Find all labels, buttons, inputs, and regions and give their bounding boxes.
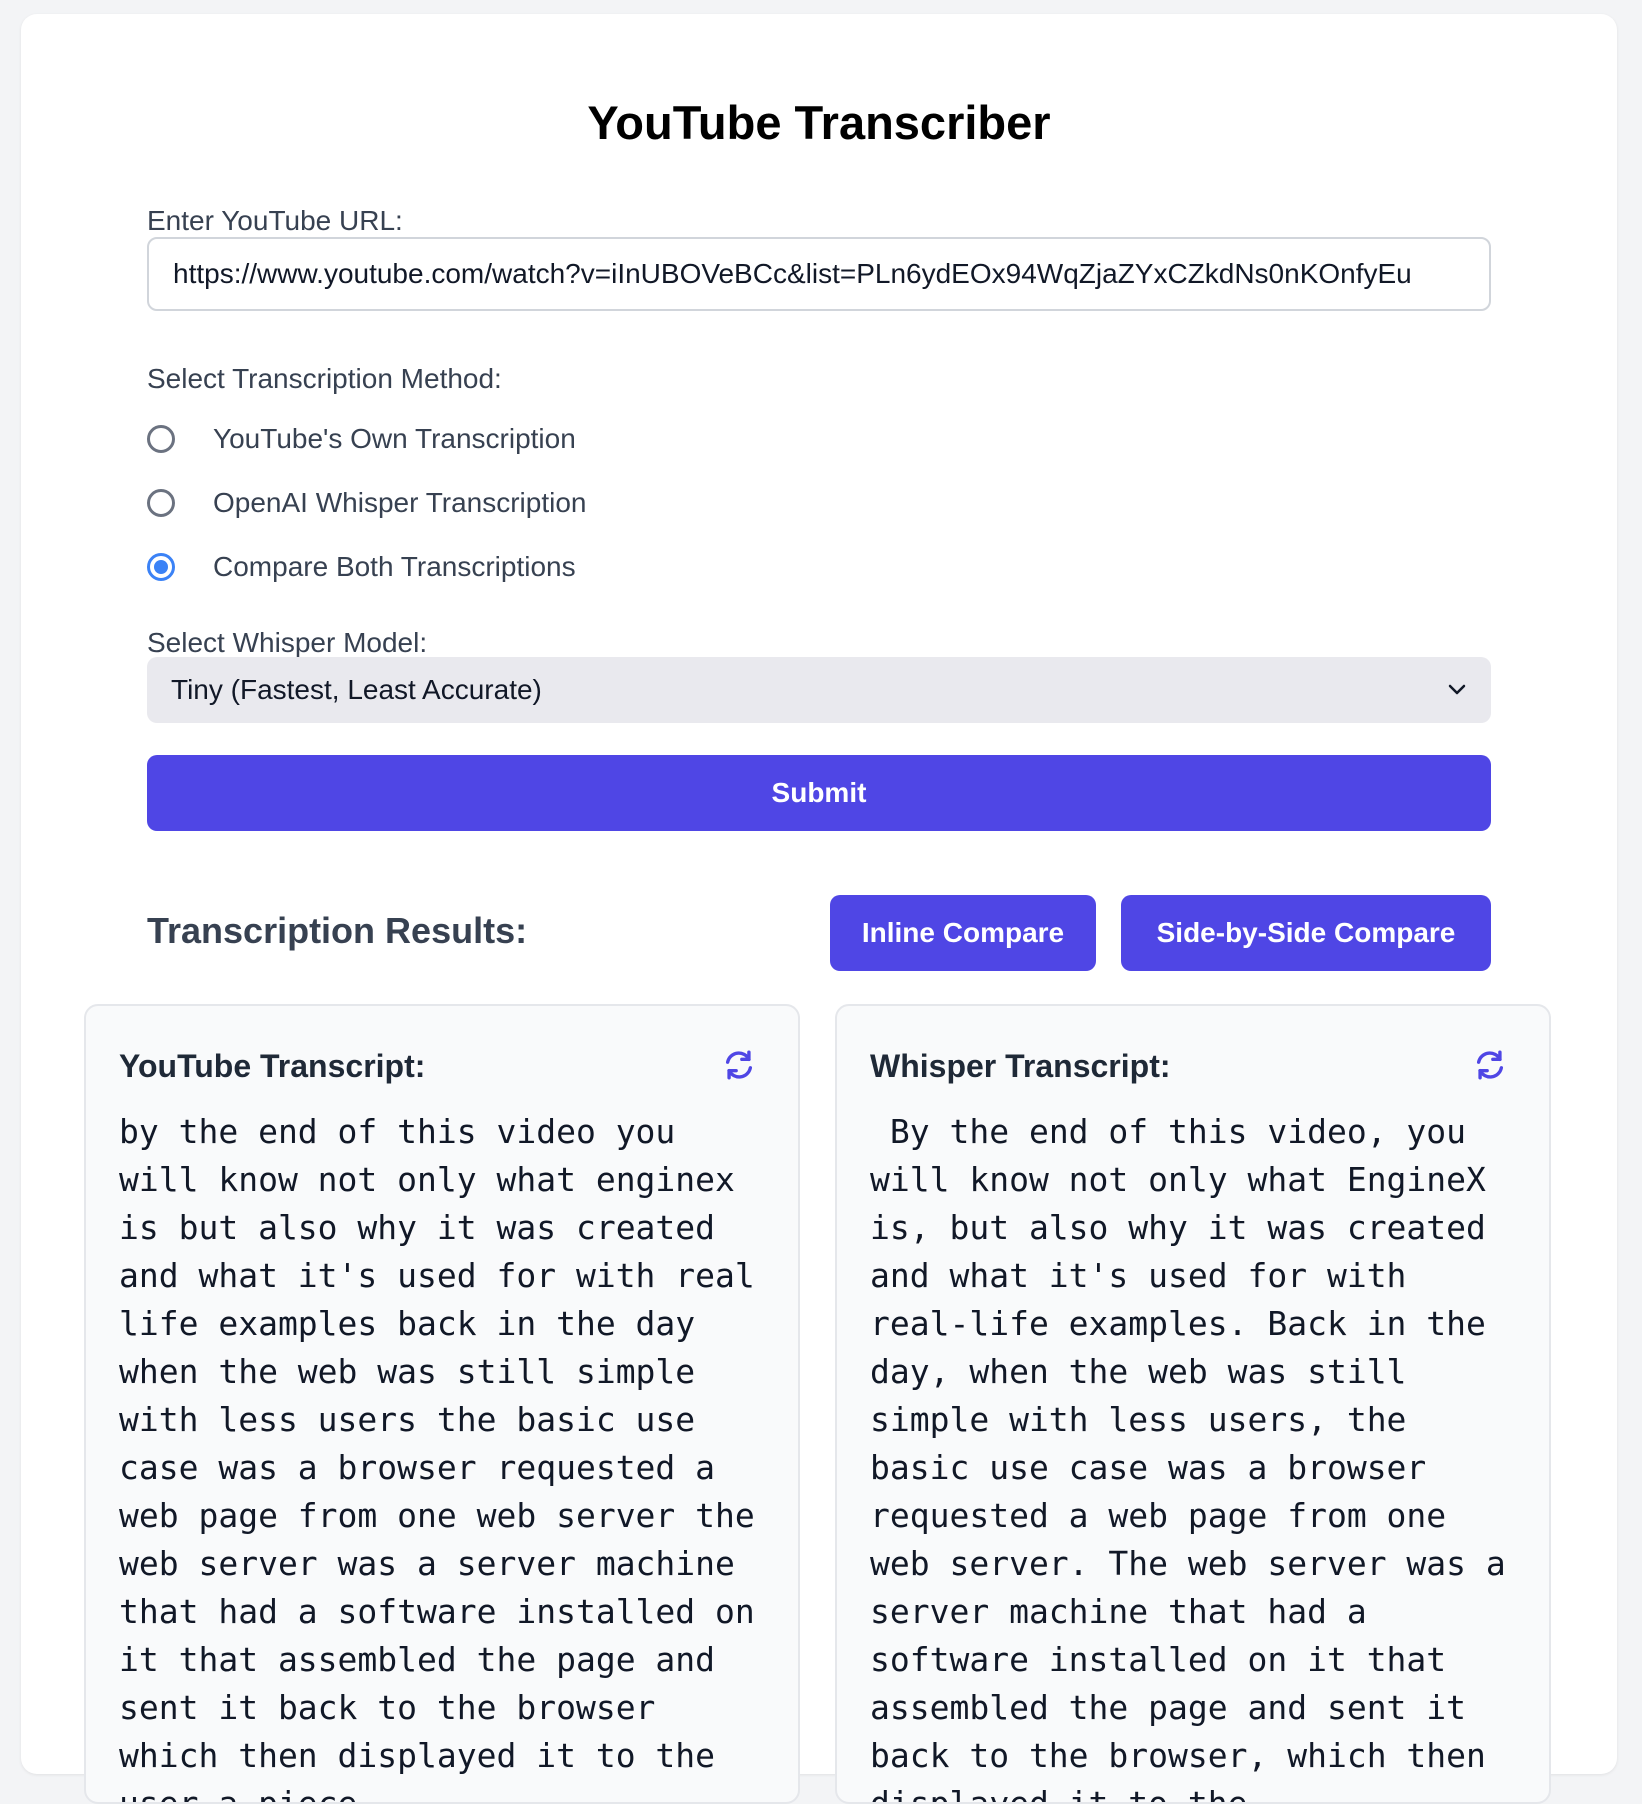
page-title: YouTube Transcriber bbox=[587, 96, 1051, 149]
youtube-transcript-text: by the end of this video you will know n… bbox=[119, 1112, 775, 1804]
refresh-icon[interactable] bbox=[722, 1048, 756, 1082]
method-label: Select Transcription Method: bbox=[147, 363, 502, 394]
radio-label-whisper: OpenAI Whisper Transcription bbox=[213, 487, 587, 518]
chevron-down-icon bbox=[1447, 680, 1467, 700]
whisper-transcript-title: Whisper Transcript: bbox=[870, 1048, 1171, 1084]
radio-label-youtube-own: YouTube's Own Transcription bbox=[213, 423, 576, 454]
refresh-icon[interactable] bbox=[1473, 1048, 1507, 1082]
youtube-transcript-title: YouTube Transcript: bbox=[119, 1048, 426, 1084]
radio-label-compare-both: Compare Both Transcriptions bbox=[213, 551, 576, 582]
submit-button[interactable]: Submit bbox=[147, 755, 1491, 831]
model-label: Select Whisper Model: bbox=[147, 627, 428, 658]
radio-option-whisper[interactable]: OpenAI Whisper Transcription bbox=[147, 483, 587, 523]
url-label: Enter YouTube URL: bbox=[147, 205, 403, 236]
main-card: YouTube Transcriber Enter YouTube URL: S… bbox=[21, 14, 1617, 1804]
radio-compare-both[interactable] bbox=[147, 553, 175, 581]
whisper-model-select[interactable]: Tiny (Fastest, Least Accurate) bbox=[147, 657, 1491, 723]
whisper-model-selected: Tiny (Fastest, Least Accurate) bbox=[171, 674, 542, 705]
radio-whisper[interactable] bbox=[147, 489, 175, 517]
radio-youtube-own[interactable] bbox=[147, 425, 175, 453]
whisper-transcript-panel: Whisper Transcript: By the end of this v… bbox=[835, 1004, 1551, 1804]
whisper-transcript-text: By the end of this video, you will know … bbox=[870, 1112, 1526, 1804]
inline-compare-button[interactable]: Inline Compare bbox=[830, 895, 1096, 971]
youtube-transcript-panel: YouTube Transcript: by the end of this v… bbox=[84, 1004, 800, 1804]
side-by-side-compare-button[interactable]: Side-by-Side Compare bbox=[1121, 895, 1491, 971]
radio-option-compare[interactable]: Compare Both Transcriptions bbox=[147, 547, 576, 587]
results-title: Transcription Results: bbox=[147, 910, 528, 951]
url-input[interactable] bbox=[147, 237, 1491, 311]
radio-option-youtube[interactable]: YouTube's Own Transcription bbox=[147, 419, 576, 459]
